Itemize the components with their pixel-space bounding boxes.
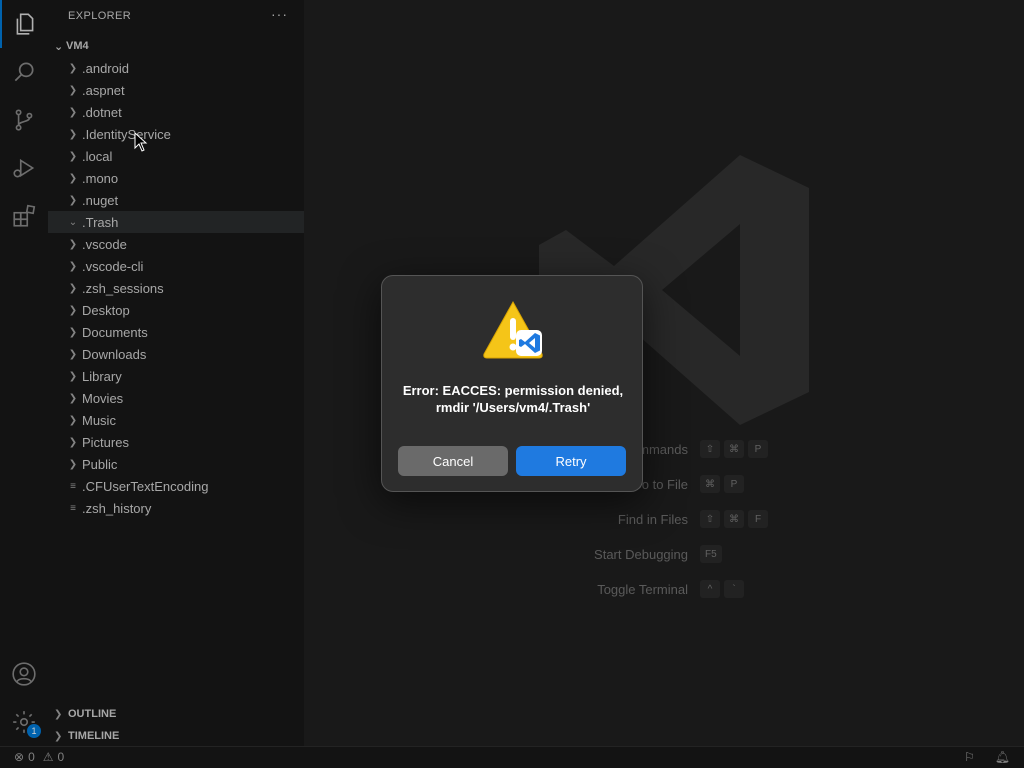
error-dialog: Error: EACCES: permission denied, rmdir …	[381, 275, 643, 492]
vscode-window: 1 EXPLORER ··· ⌄ VM4 ❯ .android ❯ .aspnet ❯.…	[0, 0, 1024, 768]
mouse-cursor-icon	[134, 132, 148, 152]
error-message: Error: EACCES: permission denied, rmdir …	[402, 383, 624, 415]
warning-vscode-icon	[483, 300, 543, 359]
retry-button[interactable]: Retry	[516, 446, 626, 476]
cancel-button[interactable]: Cancel	[398, 446, 508, 476]
